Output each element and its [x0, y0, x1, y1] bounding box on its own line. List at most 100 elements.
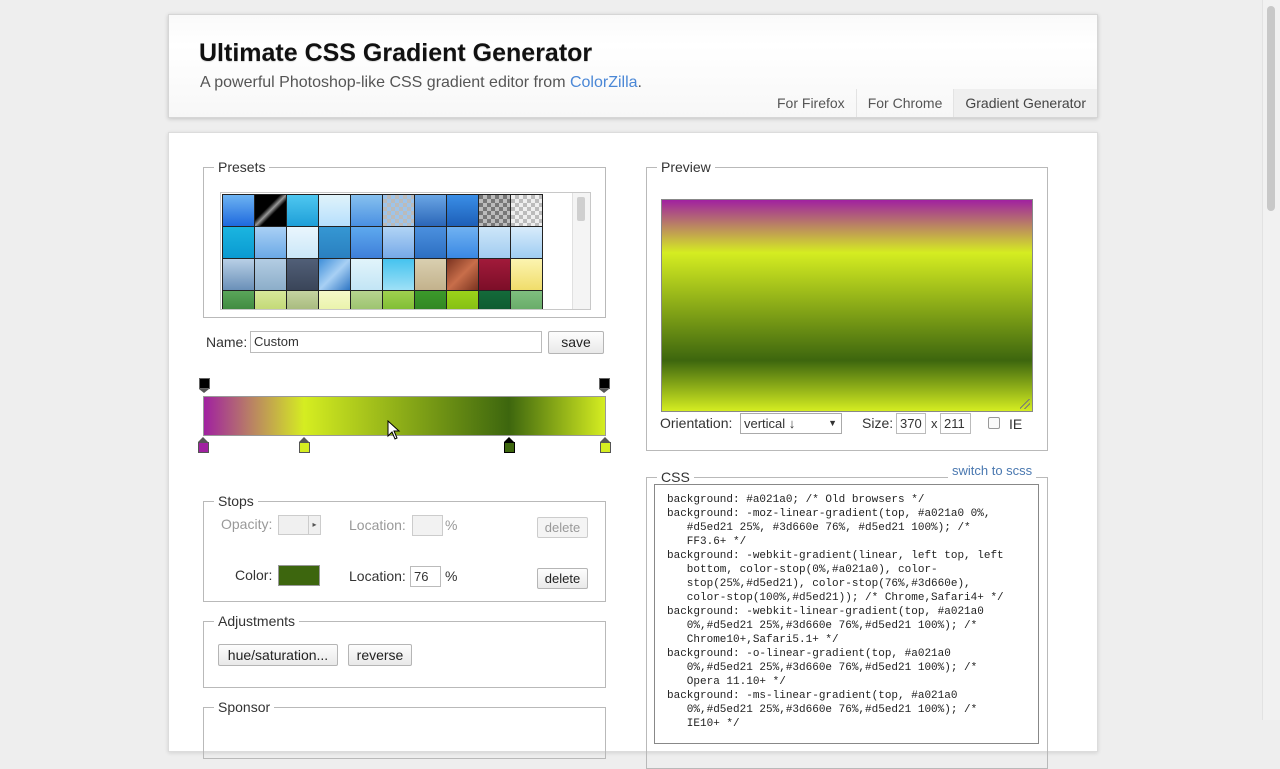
preview-width-input[interactable]: 370 — [896, 413, 926, 434]
preset-swatch[interactable] — [447, 195, 478, 226]
preset-swatch[interactable] — [319, 259, 350, 290]
colorzilla-link[interactable]: ColorZilla — [570, 74, 638, 91]
preset-swatch[interactable] — [287, 227, 318, 258]
preset-swatch[interactable] — [223, 195, 254, 226]
preset-swatch[interactable] — [255, 227, 286, 258]
preview-panel: Preview — [646, 159, 1048, 451]
orientation-value: vertical ↓ — [744, 416, 796, 431]
subtitle-suffix: . — [637, 74, 642, 91]
color-stop-marker[interactable] — [298, 437, 310, 454]
resize-grip-icon[interactable] — [1020, 399, 1030, 409]
presets-panel: Presets — [203, 159, 606, 318]
preset-swatch[interactable] — [287, 195, 318, 226]
opacity-location-label: Location: — [349, 517, 406, 533]
preset-swatch[interactable] — [255, 195, 286, 226]
preset-swatch[interactable] — [511, 259, 542, 290]
css-code-line: #d5ed21 25%, #3d660e 76%, #d5ed21 100%);… — [667, 522, 971, 534]
opacity-slider[interactable]: ▸ — [278, 515, 321, 535]
presets-list — [220, 192, 591, 310]
opacity-stop-left[interactable] — [199, 378, 210, 393]
save-button[interactable]: save — [548, 331, 604, 354]
subtitle-text: A powerful Photoshop-like CSS gradient e… — [200, 74, 570, 91]
css-code-line: background: -webkit-gradient(linear, lef… — [667, 550, 1004, 562]
color-stop-marker[interactable] — [198, 437, 209, 454]
preset-swatch[interactable] — [447, 227, 478, 258]
preset-swatch[interactable] — [351, 227, 382, 258]
page-scrollbar[interactable] — [1262, 0, 1280, 720]
css-code-output[interactable]: background: #a021a0; /* Old browsers */ b… — [654, 484, 1039, 744]
gradient-preview — [661, 199, 1033, 412]
orientation-select[interactable]: vertical ↓ ▼ — [740, 413, 842, 434]
opacity-percent: % — [445, 517, 458, 533]
color-location-input[interactable]: 76 — [410, 566, 441, 587]
preset-swatch[interactable] — [383, 259, 414, 290]
ie-label: IE — [1009, 416, 1023, 432]
css-code-line: bottom, color-stop(0%,#a021a0), color- — [667, 564, 938, 576]
preset-swatch[interactable] — [319, 291, 350, 309]
nav-for-chrome[interactable]: For Chrome — [855, 89, 954, 117]
nav-gradient-generator[interactable]: Gradient Generator — [953, 89, 1097, 117]
opacity-stop-right[interactable] — [599, 378, 610, 393]
adjustments-legend: Adjustments — [218, 613, 296, 629]
preset-swatch[interactable] — [319, 195, 350, 226]
preset-swatch[interactable] — [383, 227, 414, 258]
opacity-location-input[interactable] — [412, 515, 443, 536]
preset-swatch[interactable] — [255, 291, 286, 309]
preset-swatch[interactable] — [447, 291, 478, 309]
preset-swatch[interactable] — [415, 291, 446, 309]
gradient-bar[interactable] — [203, 396, 606, 436]
css-code-line: background: -o-linear-gradient(top, #a02… — [667, 648, 951, 660]
preset-swatch[interactable] — [415, 227, 446, 258]
preset-swatch[interactable] — [223, 227, 254, 258]
preset-swatch[interactable] — [479, 195, 510, 226]
preview-height-input[interactable]: 211 — [940, 413, 971, 434]
preset-swatch[interactable] — [223, 291, 254, 309]
presets-legend: Presets — [218, 159, 266, 175]
preset-swatch[interactable] — [319, 227, 350, 258]
opacity-arrow-icon[interactable]: ▸ — [308, 516, 320, 534]
preset-swatch[interactable] — [511, 291, 542, 309]
color-stop-marker[interactable] — [503, 437, 515, 454]
sponsor-panel: Sponsor — [203, 699, 606, 759]
preset-swatch[interactable] — [383, 195, 414, 226]
preset-swatch[interactable] — [415, 259, 446, 290]
preset-swatch[interactable] — [479, 291, 510, 309]
preset-swatch[interactable] — [351, 291, 382, 309]
main-panel: Presets Name: Custom save Stops Opacity:… — [168, 132, 1098, 769]
preset-swatch[interactable] — [351, 195, 382, 226]
preset-swatch[interactable] — [351, 259, 382, 290]
preview-legend: Preview — [661, 159, 711, 175]
preset-swatch[interactable] — [511, 227, 542, 258]
dropdown-arrow-icon: ▼ — [828, 418, 837, 428]
preset-swatch[interactable] — [287, 291, 318, 309]
ie-checkbox[interactable] — [988, 417, 1000, 429]
preset-swatch[interactable] — [479, 227, 510, 258]
preset-swatch[interactable] — [383, 291, 414, 309]
preset-swatch[interactable] — [511, 195, 542, 226]
color-stop-marker[interactable] — [600, 437, 611, 454]
nav-for-firefox[interactable]: For Firefox — [766, 89, 856, 117]
name-input[interactable]: Custom — [250, 331, 542, 353]
size-label: Size: — [862, 415, 894, 431]
color-swatch[interactable] — [278, 565, 320, 586]
reverse-button[interactable]: reverse — [348, 644, 412, 666]
preset-swatch[interactable] — [287, 259, 318, 290]
preset-swatch[interactable] — [255, 259, 286, 290]
preset-swatch[interactable] — [223, 259, 254, 290]
preset-swatch[interactable] — [447, 259, 478, 290]
color-delete-button[interactable]: delete — [537, 568, 588, 589]
opacity-delete-button[interactable]: delete — [537, 517, 588, 538]
css-code-line: FF3.6+ */ — [667, 536, 747, 548]
css-code-line: stop(25%,#d5ed21), color-stop(76%,#3d660… — [667, 578, 971, 590]
presets-scrollbar-thumb[interactable] — [577, 197, 585, 221]
switch-to-scss-link[interactable]: switch to scss — [948, 463, 1037, 478]
orientation-label: Orientation: — [660, 415, 733, 431]
color-label: Color: — [235, 567, 273, 583]
presets-scrollbar[interactable] — [572, 193, 590, 309]
preset-swatch[interactable] — [415, 195, 446, 226]
css-code-line: background: -moz-linear-gradient(top, #a… — [667, 508, 991, 520]
preset-swatch[interactable] — [479, 259, 510, 290]
page-scrollbar-thumb[interactable] — [1267, 6, 1275, 211]
css-code-line: 0%,#d5ed21 25%,#3d660e 76%,#d5ed21 100%)… — [667, 662, 978, 674]
hue-saturation-button[interactable]: hue/saturation... — [218, 644, 338, 666]
